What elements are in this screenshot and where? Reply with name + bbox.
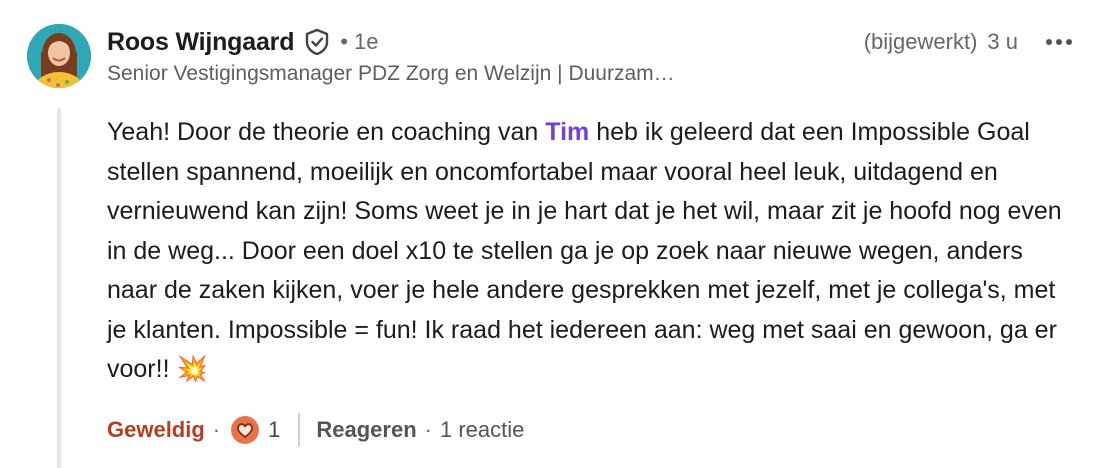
separator-dot: · (424, 417, 432, 442)
reaction-count[interactable]: 1 (268, 417, 280, 443)
avatar-image (27, 24, 91, 88)
comment-actions: Geweldig · 1 Reageren · 1 reactie (107, 412, 524, 448)
action-divider (298, 413, 301, 447)
heart-reaction-icon[interactable] (230, 415, 260, 445)
author-headline: Senior Vestigingsmanager PDZ Zorg en Wel… (107, 62, 675, 85)
edited-label: (bijgewerkt) (863, 29, 978, 54)
comment-body: Yeah! Door de theorie en coaching van Ti… (107, 113, 1067, 390)
more-horizontal-icon[interactable] (1044, 27, 1074, 57)
comment-meta: (bijgewerkt) 3 u (864, 24, 1074, 60)
body-text-end: heb ik geleerd dat een Impossible Goal s… (107, 118, 1062, 383)
connection-dot: • (340, 29, 348, 54)
avatar[interactable] (27, 24, 91, 88)
verified-shield-icon (304, 28, 330, 56)
reply-count-link[interactable]: 1 reactie (440, 417, 524, 443)
mention-link[interactable]: Tim (545, 118, 589, 146)
reaction-button[interactable]: Geweldig (107, 417, 205, 443)
reply-button[interactable]: Reageren (316, 417, 416, 443)
separator-dot: · (212, 417, 221, 442)
connection-degree: 1e (353, 29, 379, 54)
author-name[interactable]: Roos Wijngaard (107, 28, 294, 57)
body-text-start: Yeah! Door de theorie en coaching van (107, 118, 546, 146)
comment-card: Roos Wijngaard • 1e (bijgewerkt) 3 u Sen… (0, 0, 1094, 468)
thread-line (57, 108, 61, 468)
timestamp: 3 u (987, 29, 1018, 54)
comment-header: Roos Wijngaard • 1e (bijgewerkt) 3 u Sen… (107, 24, 1074, 86)
